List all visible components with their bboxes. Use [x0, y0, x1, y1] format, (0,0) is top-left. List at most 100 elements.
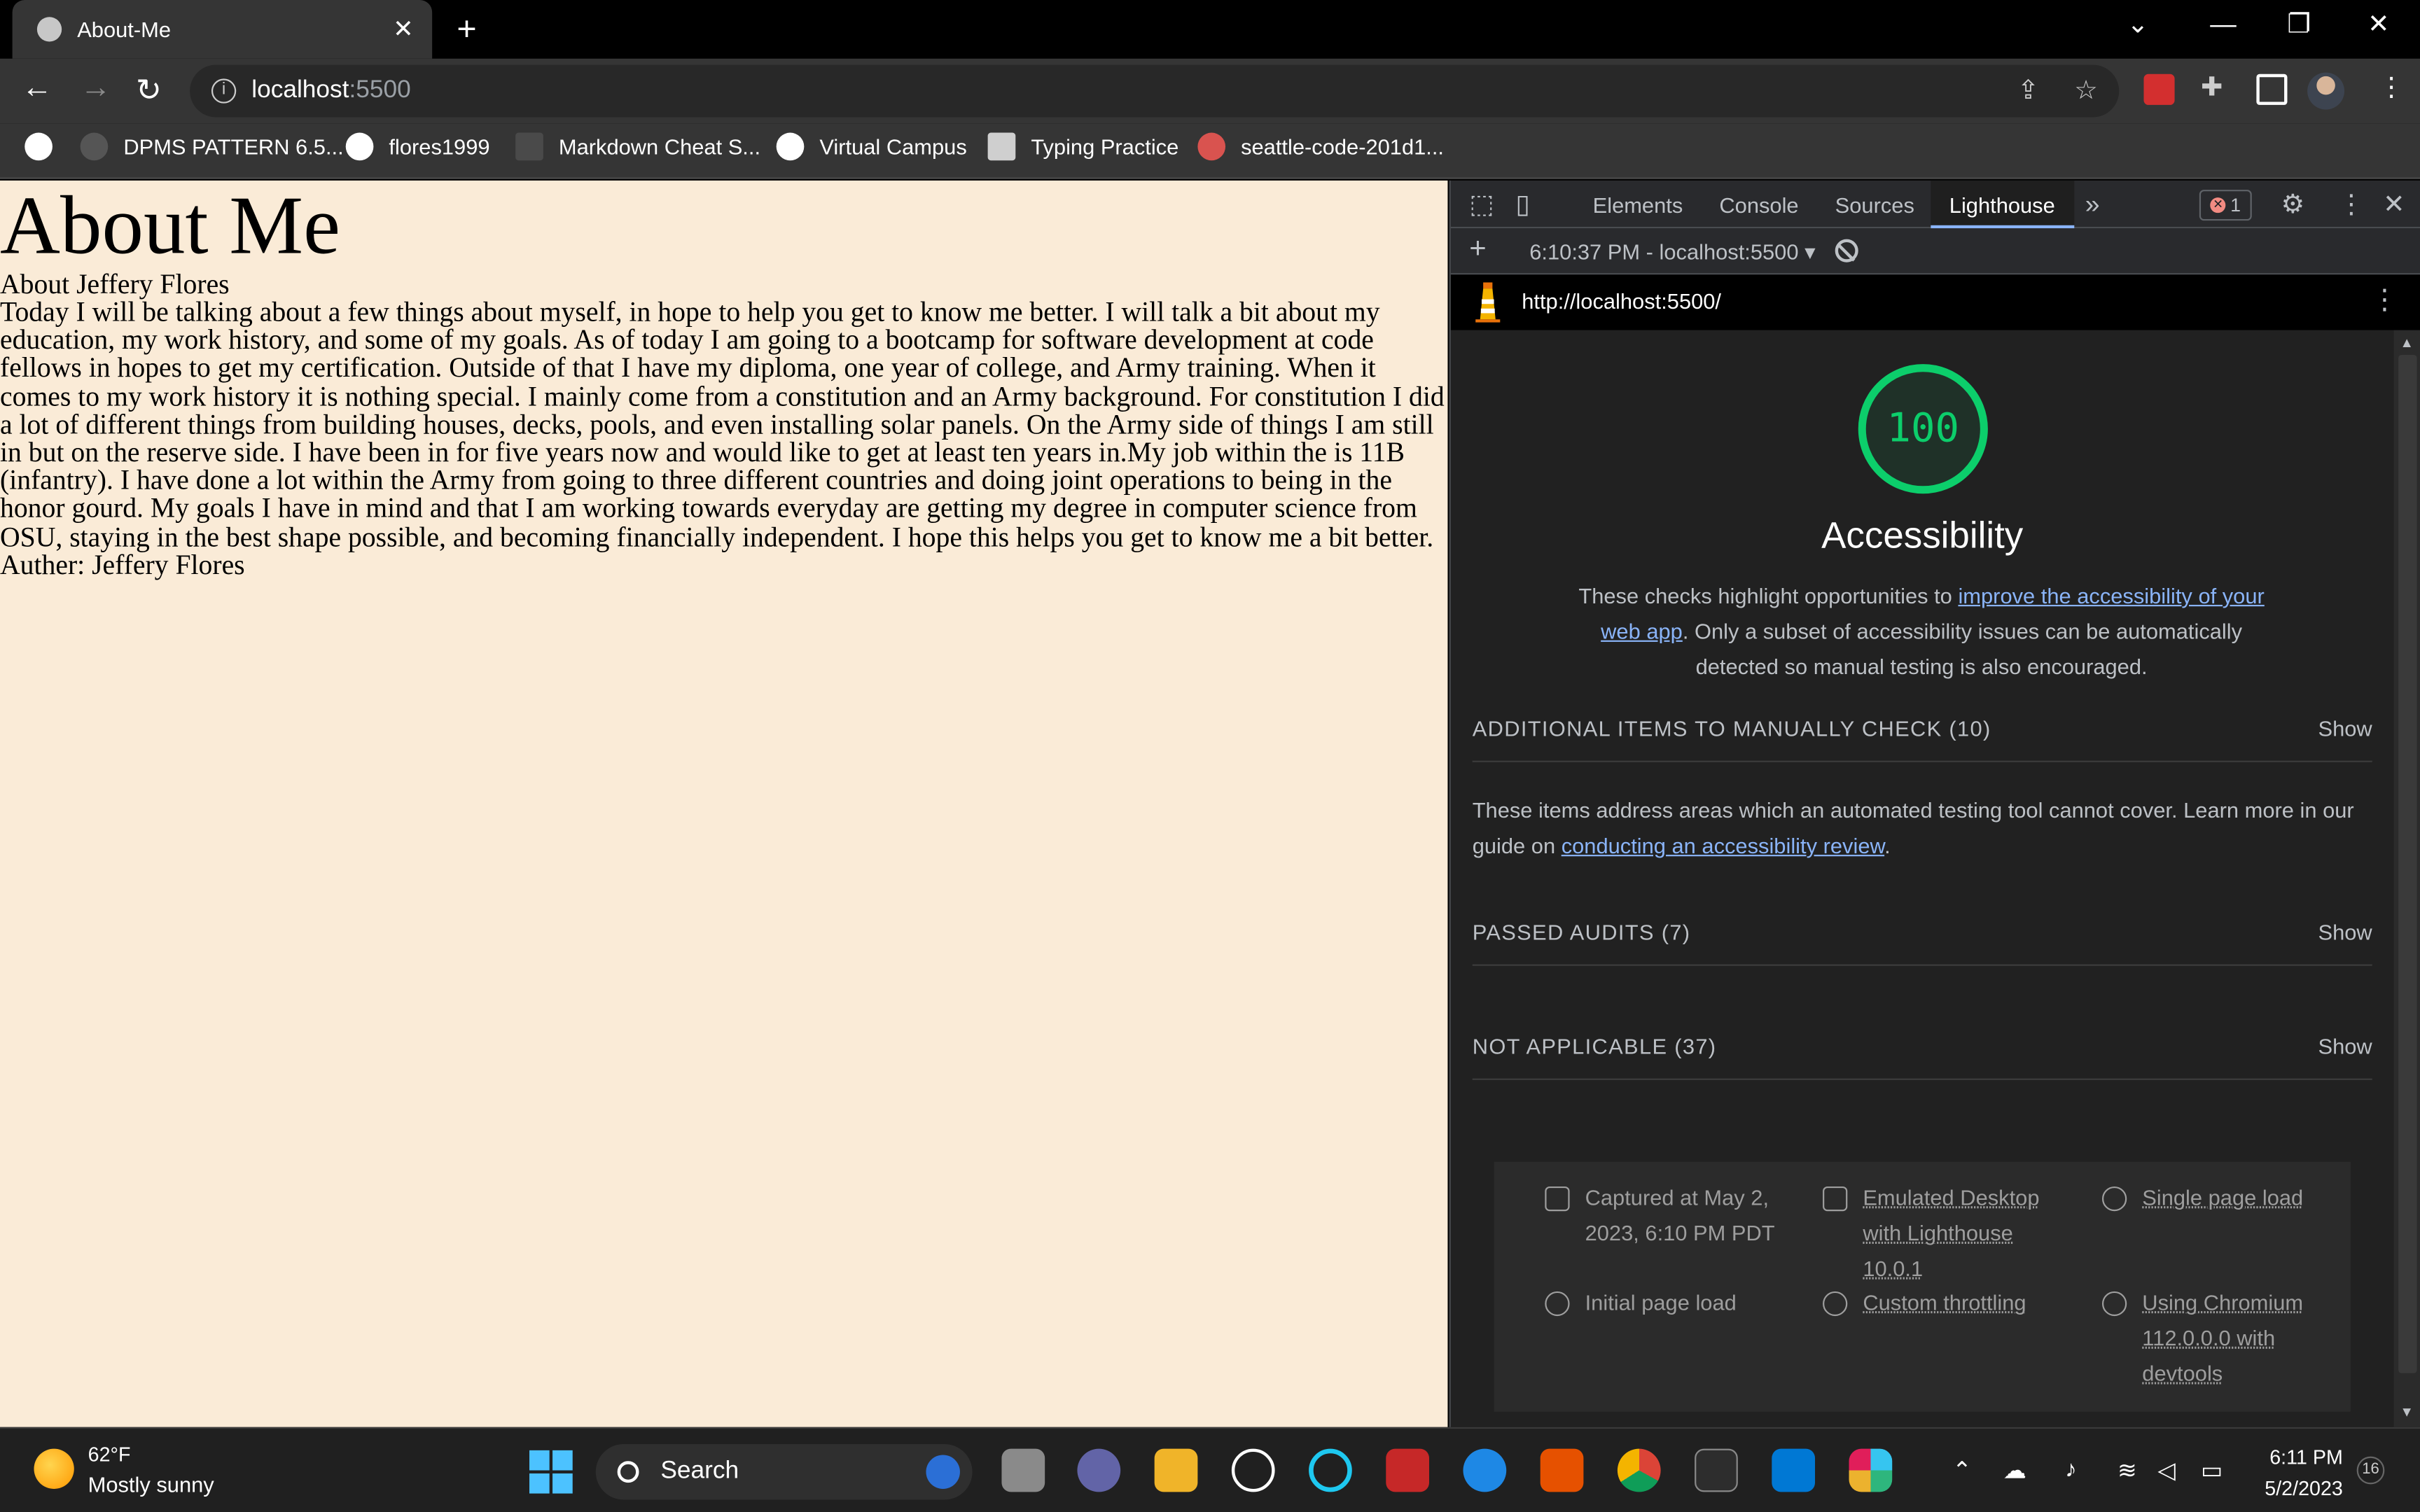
report-selector[interactable]: 6:10:37 PM - localhost:5500 ▾ — [1529, 239, 1815, 265]
alexa-icon[interactable] — [1309, 1448, 1352, 1492]
tab-sources[interactable]: Sources — [1835, 193, 1914, 218]
tab-lighthouse[interactable]: Lighthouse — [1931, 180, 2074, 229]
dell-icon[interactable] — [1231, 1448, 1275, 1492]
wifi-icon[interactable]: ≋ — [2118, 1457, 2137, 1484]
minimize-button[interactable]: — — [2210, 9, 2236, 40]
group-show-button[interactable]: Show — [2318, 919, 2372, 944]
device-toolbar-icon[interactable]: ▯ — [1515, 190, 1530, 220]
mcafee-icon[interactable] — [1386, 1448, 1429, 1492]
accessibility-review-link[interactable]: conducting an accessibility review — [1562, 833, 1884, 858]
score-gauge: 100 — [1858, 364, 1988, 494]
custom-throttling[interactable]: Custom throttling — [1823, 1285, 2047, 1321]
report-scrollbar[interactable]: ▲ ▼ — [2393, 330, 2420, 1427]
clock[interactable]: 6:11 PM 5/2/2023 — [2256, 1443, 2343, 1504]
site-info-icon[interactable]: i — [211, 78, 237, 104]
new-tab-button[interactable]: + — [457, 9, 476, 49]
search-label: Search — [660, 1457, 739, 1485]
weather-sun-icon[interactable] — [34, 1448, 74, 1489]
group-passed-audits[interactable]: PASSED AUDITS (7) Show — [1472, 898, 2372, 966]
tab-console[interactable]: Console — [1719, 193, 1798, 218]
slack-icon[interactable] — [1849, 1448, 1893, 1492]
group-show-button[interactable]: Show — [2318, 1033, 2372, 1058]
tab-close-button[interactable]: ✕ — [393, 14, 414, 45]
single-page-load[interactable]: Single page load — [2101, 1180, 2334, 1216]
weather-description[interactable]: Mostly sunny — [88, 1472, 214, 1497]
page-author: Auther: Jeffery Flores — [0, 549, 245, 580]
bookmark-markdown[interactable]: Markdown Cheat S... — [515, 132, 761, 161]
devtools-tab-bar: ⬚ ▯ Elements Console Sources Lighthouse … — [1450, 180, 2420, 229]
bookmark-label: flores1999 — [389, 134, 490, 160]
new-report-button[interactable]: + — [1469, 233, 1486, 267]
vscode-icon[interactable] — [1772, 1448, 1816, 1492]
wifi-icon — [1823, 1291, 1848, 1317]
onedrive-cloud-icon[interactable]: ☁ — [2003, 1457, 2026, 1484]
chromium-version[interactable]: Using Chromium 112.0.0.0 with devtools — [2101, 1285, 2334, 1392]
bookmark-star-icon[interactable]: ☆ — [2074, 76, 2098, 106]
bookmark-label: seattle-code-201d1... — [1241, 134, 1445, 160]
inspect-element-icon[interactable]: ⬚ — [1469, 190, 1494, 220]
scroll-up-icon[interactable]: ▲ — [2400, 335, 2414, 350]
group-title: NOT APPLICABLE (37) — [1472, 1032, 1717, 1058]
bing-icon[interactable] — [926, 1455, 960, 1489]
report-url-bar: http://localhost:5500/ ⋮ — [1450, 274, 2420, 330]
settings-gear-icon[interactable]: ⚙ — [2281, 190, 2305, 220]
devtools-panel: ⬚ ▯ Elements Console Sources Lighthouse … — [1449, 180, 2420, 1427]
bookmark-seattle-code[interactable]: seattle-code-201d1... — [1197, 132, 1445, 161]
battery-icon[interactable]: ▭ — [2201, 1457, 2223, 1484]
browser-tab[interactable]: About-Me ✕ — [12, 0, 433, 59]
microphone-icon[interactable]: ♪ — [2065, 1457, 2077, 1483]
bookmark-flores1999[interactable]: flores1999 — [345, 132, 490, 161]
web-page: About Me About Jeffery Flores Today I wi… — [0, 180, 1448, 1427]
edge-icon[interactable] — [1463, 1448, 1507, 1492]
tab-elements[interactable]: Elements — [1593, 193, 1683, 218]
terminal-icon[interactable] — [1695, 1448, 1738, 1492]
file-explorer-icon[interactable] — [1154, 1448, 1198, 1492]
taskbar-search[interactable]: Search — [595, 1444, 973, 1500]
side-panel-icon[interactable] — [2256, 74, 2288, 105]
notification-count-badge[interactable]: 16 — [2356, 1456, 2385, 1485]
bookmark-virtual-campus[interactable]: Virtual Campus — [776, 132, 967, 161]
scroll-down-icon[interactable]: ▼ — [2400, 1404, 2414, 1420]
back-button[interactable]: ← — [22, 71, 53, 106]
error-count-badge[interactable]: ✕ 1 — [2199, 190, 2252, 221]
more-tabs-icon[interactable]: » — [2085, 190, 2100, 220]
address-bar[interactable]: i localhost:5500 — [190, 64, 2120, 118]
tab-search-icon[interactable]: ⌄ — [2127, 9, 2148, 40]
group-not-applicable[interactable]: NOT APPLICABLE (37) Show — [1472, 1012, 2372, 1080]
start-button[interactable] — [529, 1450, 573, 1494]
lighthouse-toolbar: + 6:10:37 PM - localhost:5500 ▾ — [1450, 228, 2420, 275]
ubuntu-icon[interactable] — [1540, 1448, 1584, 1492]
chevron-up-icon[interactable]: ⌃ — [1952, 1457, 1972, 1484]
report-url[interactable]: http://localhost:5500/ — [1522, 288, 1721, 313]
bookmark-globe[interactable] — [25, 132, 53, 161]
mcafee-extension-icon[interactable] — [2143, 74, 2175, 105]
extensions-puzzle-icon[interactable]: ✚ — [2201, 73, 2223, 104]
teams-chat-icon[interactable] — [1077, 1448, 1121, 1492]
weather-temperature[interactable]: 62°F — [88, 1443, 131, 1466]
reload-button[interactable]: ↻ — [136, 71, 162, 109]
chrome-icon[interactable] — [1617, 1448, 1661, 1492]
initial-page-load: Initial page load — [1545, 1285, 1776, 1321]
devtools-menu-icon[interactable]: ⋮ — [2338, 190, 2364, 220]
clear-reports-icon[interactable] — [1835, 239, 1858, 262]
category-title: Accessibility — [1821, 515, 2024, 557]
close-devtools-icon[interactable]: ✕ — [2383, 190, 2405, 220]
close-window-button[interactable]: ✕ — [2367, 9, 2389, 40]
group-show-button[interactable]: Show — [2318, 715, 2372, 740]
emulated-desktop[interactable]: Emulated Desktop with Lighthouse 10.0.1 — [1823, 1180, 2047, 1287]
manual-check-description: These items address areas which an autom… — [1473, 793, 2372, 864]
task-view-icon[interactable] — [1001, 1448, 1045, 1492]
profile-avatar[interactable] — [2307, 72, 2345, 110]
volume-icon[interactable]: ◁ — [2157, 1457, 2175, 1484]
forward-button[interactable]: → — [81, 71, 111, 106]
report-menu-icon[interactable]: ⋮ — [2370, 284, 2398, 316]
bookmark-dpms[interactable]: DPMS PATTERN 6.5... — [80, 132, 344, 161]
bookmark-label: Markdown Cheat S... — [558, 134, 761, 160]
description-text: . Only a subset of accessibility issues … — [1682, 618, 2243, 679]
share-icon[interactable]: ⇪ — [2017, 76, 2039, 106]
group-manual-checks[interactable]: ADDITIONAL ITEMS TO MANUALLY CHECK (10) … — [1472, 694, 2372, 762]
restore-button[interactable]: ❐ — [2287, 9, 2311, 40]
scroll-thumb[interactable] — [2398, 354, 2417, 1373]
menu-kebab-icon[interactable]: ⋮ — [2379, 73, 2405, 104]
bookmark-typing-practice[interactable]: Typing Practice — [987, 132, 1178, 161]
